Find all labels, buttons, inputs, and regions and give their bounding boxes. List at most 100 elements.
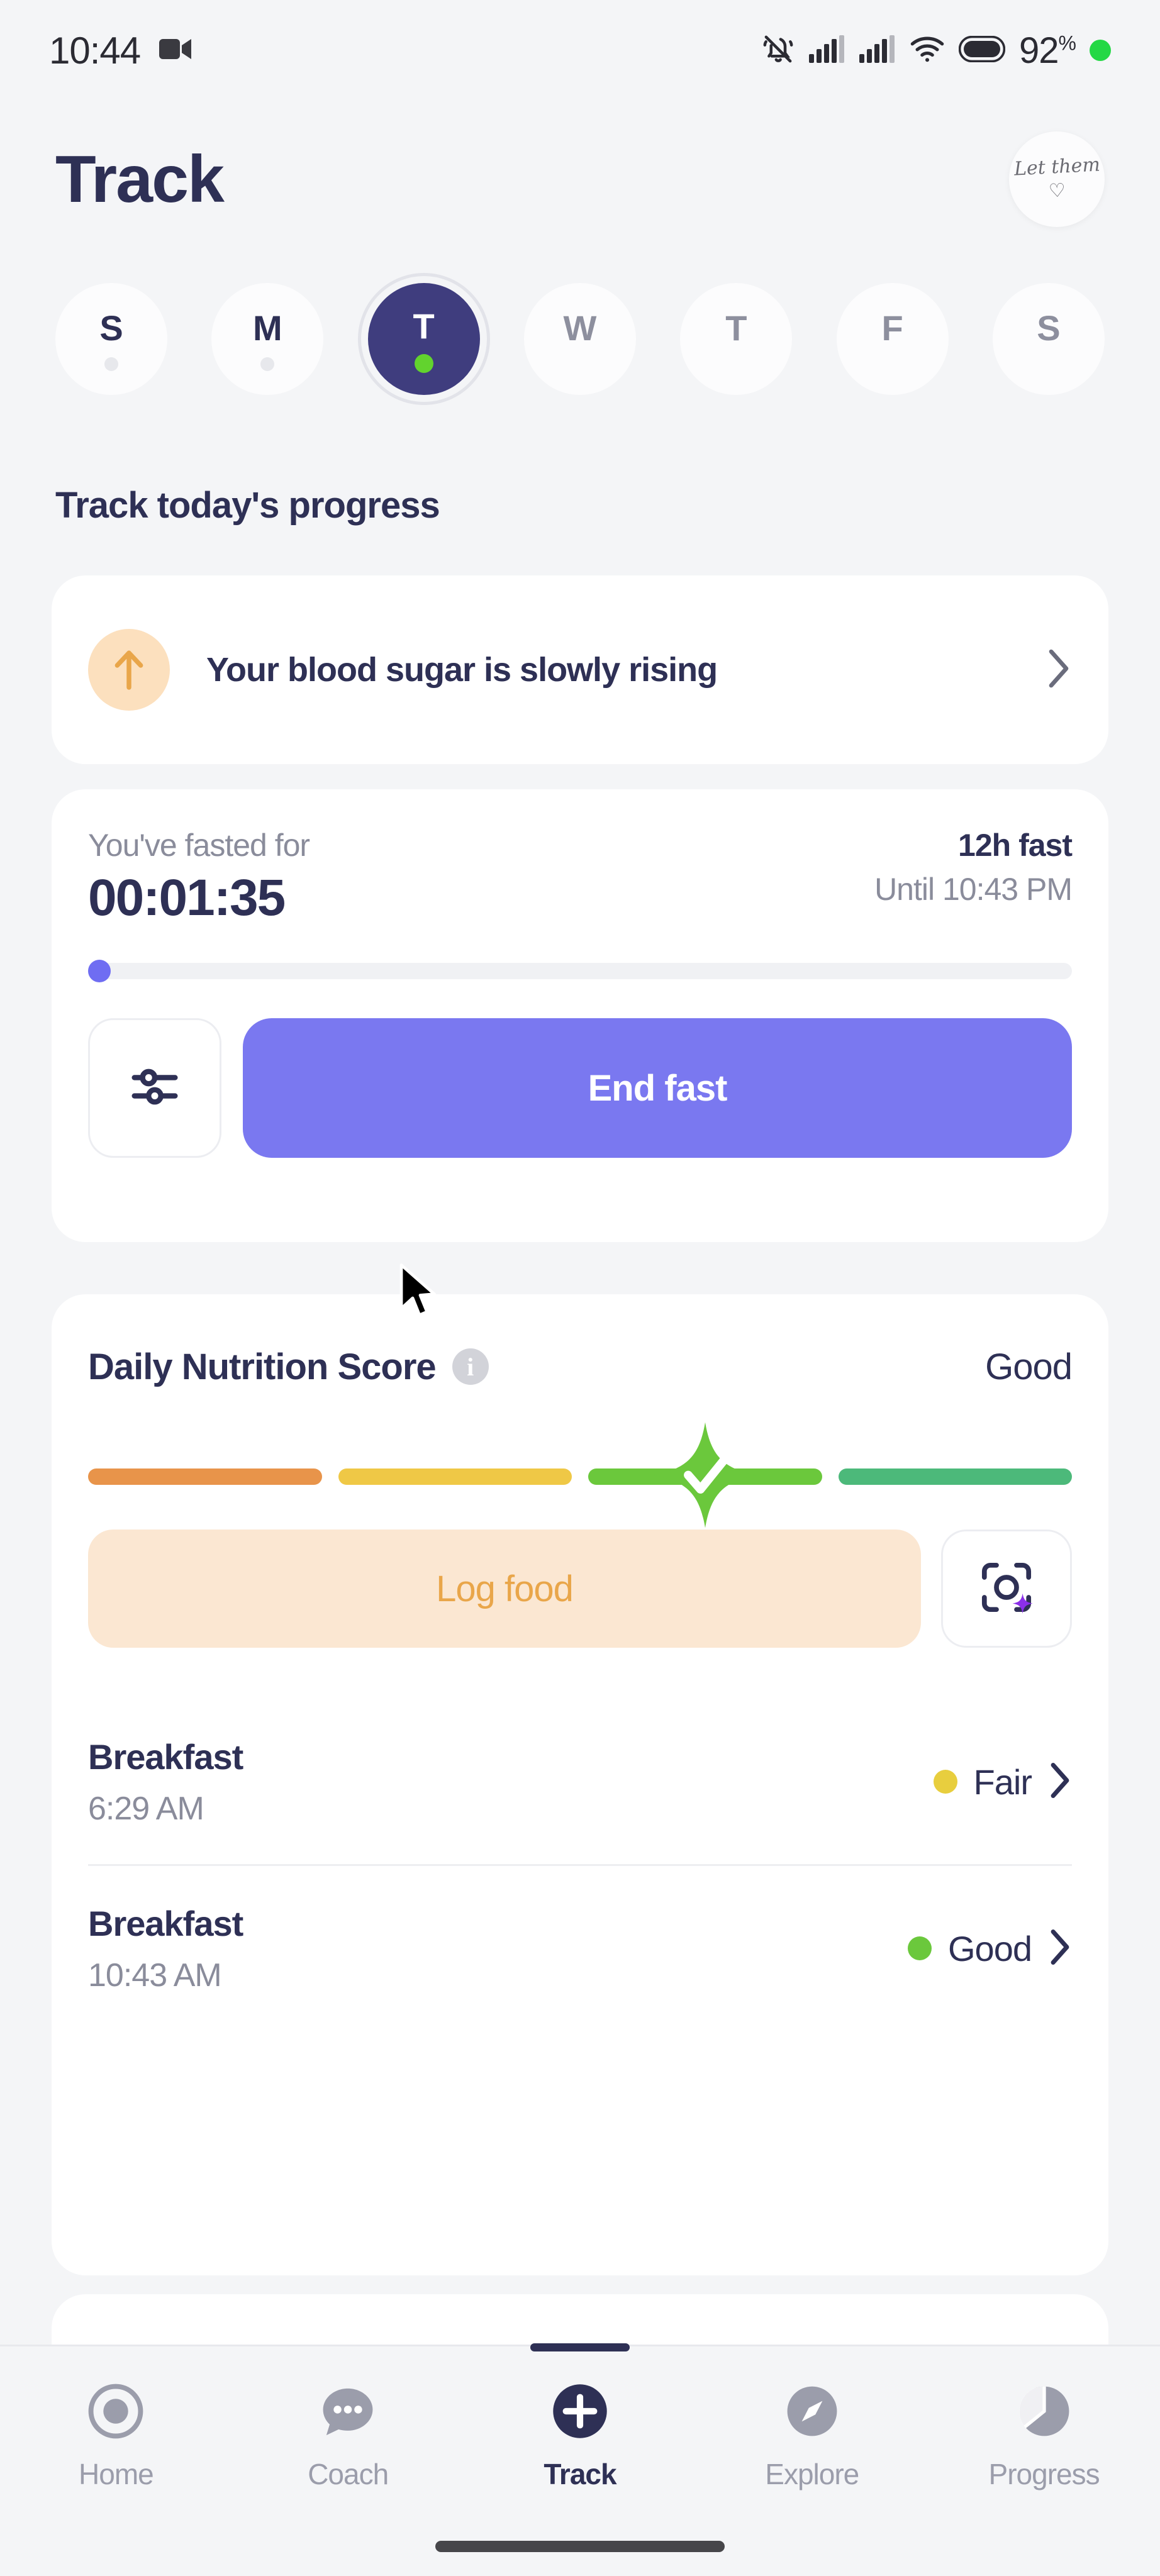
chevron-right-icon[interactable] xyxy=(1048,1762,1072,1802)
status-bar-left: 10:44 xyxy=(49,29,192,72)
nav-item-home[interactable]: Home xyxy=(0,2382,232,2491)
day-pill-sunday[interactable]: S xyxy=(55,283,167,395)
fasting-until-label: Until 10:43 PM xyxy=(874,872,1073,907)
battery-icon xyxy=(958,35,1006,65)
chevron-right-icon[interactable] xyxy=(1048,1928,1072,1969)
score-segment-poor xyxy=(88,1468,322,1485)
nutrition-verdict: Good xyxy=(985,1346,1073,1387)
plus-circle-icon xyxy=(551,2382,609,2443)
day-pill-wednesday[interactable]: W xyxy=(523,283,636,395)
fasting-plan-block: 12h fast Until 10:43 PM xyxy=(874,827,1073,908)
meal-status: Fair xyxy=(933,1762,1072,1802)
fasting-settings-button[interactable] xyxy=(88,1018,221,1158)
meal-time: 6:29 AM xyxy=(88,1790,204,1827)
meal-row[interactable]: Breakfast 10:43 AM Good xyxy=(88,1866,1072,2031)
chevron-right-icon[interactable] xyxy=(1046,648,1072,692)
nav-label: Home xyxy=(79,2457,154,2490)
page-title: Track xyxy=(55,142,225,216)
score-segment-fair xyxy=(338,1468,572,1485)
meal-status: Good xyxy=(908,1928,1072,1969)
nav-label: Coach xyxy=(308,2457,389,2490)
meal-verdict: Good xyxy=(948,1928,1032,1968)
status-bar-clock: 10:44 xyxy=(49,29,141,72)
fasting-progress-knob[interactable] xyxy=(88,960,111,982)
meal-info: Breakfast 10:43 AM xyxy=(88,1903,243,1994)
mouse-cursor xyxy=(398,1263,439,1325)
fasting-progress-bar[interactable] xyxy=(88,960,1072,982)
score-segment-good xyxy=(588,1422,822,1528)
score-active-marker xyxy=(649,1419,762,1535)
bottom-nav-items: Home Coach Track Explore Progress xyxy=(0,2346,1160,2526)
day-dot xyxy=(104,357,118,371)
fasting-timer: 00:01:35 xyxy=(88,869,286,926)
fasting-card: You've fasted for 00:01:35 12h fast Unti… xyxy=(52,789,1108,1242)
day-selector: S M T W T F S xyxy=(0,273,1160,405)
signal-bars-icon xyxy=(809,35,845,66)
day-pill-friday[interactable]: F xyxy=(836,283,949,395)
avatar[interactable]: Let them ♡ xyxy=(1009,131,1105,227)
end-fast-button[interactable]: End fast xyxy=(243,1018,1072,1158)
nav-item-track[interactable]: Track xyxy=(464,2382,696,2491)
status-bar-right: 92% xyxy=(761,30,1111,72)
bell-muted-icon xyxy=(761,32,795,69)
day-selected-ring xyxy=(357,273,490,405)
daily-nutrition-card: Daily Nutrition Score i Good Log food Br… xyxy=(52,1294,1108,2275)
target-circle-icon xyxy=(87,2382,145,2443)
nav-item-progress[interactable]: Progress xyxy=(928,2382,1160,2491)
day-pill-saturday[interactable]: S xyxy=(992,283,1105,395)
compass-icon xyxy=(783,2382,841,2443)
pie-chart-icon xyxy=(1015,2382,1073,2443)
day-label: S xyxy=(1037,308,1061,348)
meal-name: Breakfast xyxy=(88,1736,243,1777)
phone-screen: 10:44 92% Track Let them ♡ S M T W T F S… xyxy=(0,0,1160,2576)
meal-time: 10:43 AM xyxy=(88,1957,222,1994)
sliders-icon xyxy=(128,1060,181,1116)
status-badge xyxy=(933,1770,957,1794)
avatar-script-text: Let them xyxy=(1013,153,1101,180)
score-segment-excellent xyxy=(838,1468,1072,1485)
signal-bars-icon xyxy=(859,35,896,66)
meal-name: Breakfast xyxy=(88,1903,243,1943)
blood-sugar-card[interactable]: Your blood sugar is slowly rising xyxy=(52,575,1108,764)
home-indicator xyxy=(435,2541,725,2552)
meal-verdict: Fair xyxy=(973,1762,1032,1802)
fasting-actions: End fast xyxy=(88,1018,1072,1158)
camera-scan-ai-icon xyxy=(976,1557,1037,1621)
day-label: M xyxy=(253,308,282,348)
day-pill-monday[interactable]: M xyxy=(211,283,324,395)
fasting-elapsed-label: You've fasted for xyxy=(88,828,310,863)
nav-label: Explore xyxy=(765,2457,859,2490)
section-heading: Track today's progress xyxy=(55,485,440,526)
nutrition-score-bars xyxy=(88,1422,1072,1528)
fasting-summary: You've fasted for 00:01:35 12h fast Unti… xyxy=(88,827,1073,928)
nutrition-title-wrap: Daily Nutrition Score i xyxy=(88,1346,489,1388)
nav-item-explore[interactable]: Explore xyxy=(696,2382,928,2491)
status-badge xyxy=(908,1936,932,1960)
day-label: S xyxy=(99,308,123,348)
nav-label: Progress xyxy=(988,2457,1100,2490)
meal-row[interactable]: Breakfast 6:29 AM Fair xyxy=(88,1699,1072,1864)
active-tab-indicator xyxy=(530,2343,630,2351)
battery-percent: 92% xyxy=(1019,30,1076,71)
recording-indicator-dot xyxy=(1090,40,1111,61)
page-header: Track Let them ♡ xyxy=(0,123,1160,236)
fasting-plan-label: 12h fast xyxy=(958,828,1073,863)
wifi-icon xyxy=(910,35,945,66)
status-bar: 10:44 92% xyxy=(0,0,1160,101)
meal-info: Breakfast 6:29 AM xyxy=(88,1736,243,1828)
day-pill-tuesday[interactable]: T xyxy=(357,273,490,405)
bottom-navigation: Home Coach Track Explore Progress xyxy=(0,2343,1160,2576)
video-camera-icon xyxy=(159,37,192,64)
day-pill-thursday[interactable]: T xyxy=(680,283,793,395)
chat-bubble-icon xyxy=(319,2382,377,2443)
info-icon[interactable]: i xyxy=(452,1348,489,1385)
day-label: T xyxy=(725,308,747,348)
nutrition-header: Daily Nutrition Score i Good xyxy=(88,1294,1073,1439)
arrow-up-icon xyxy=(88,629,170,711)
nav-item-coach[interactable]: Coach xyxy=(232,2382,464,2491)
nutrition-log-row: Log food xyxy=(88,1530,1072,1648)
day-label: W xyxy=(563,308,597,348)
heart-icon: ♡ xyxy=(1047,180,1066,202)
log-food-button[interactable]: Log food xyxy=(88,1530,921,1648)
scan-food-button[interactable] xyxy=(941,1530,1072,1648)
